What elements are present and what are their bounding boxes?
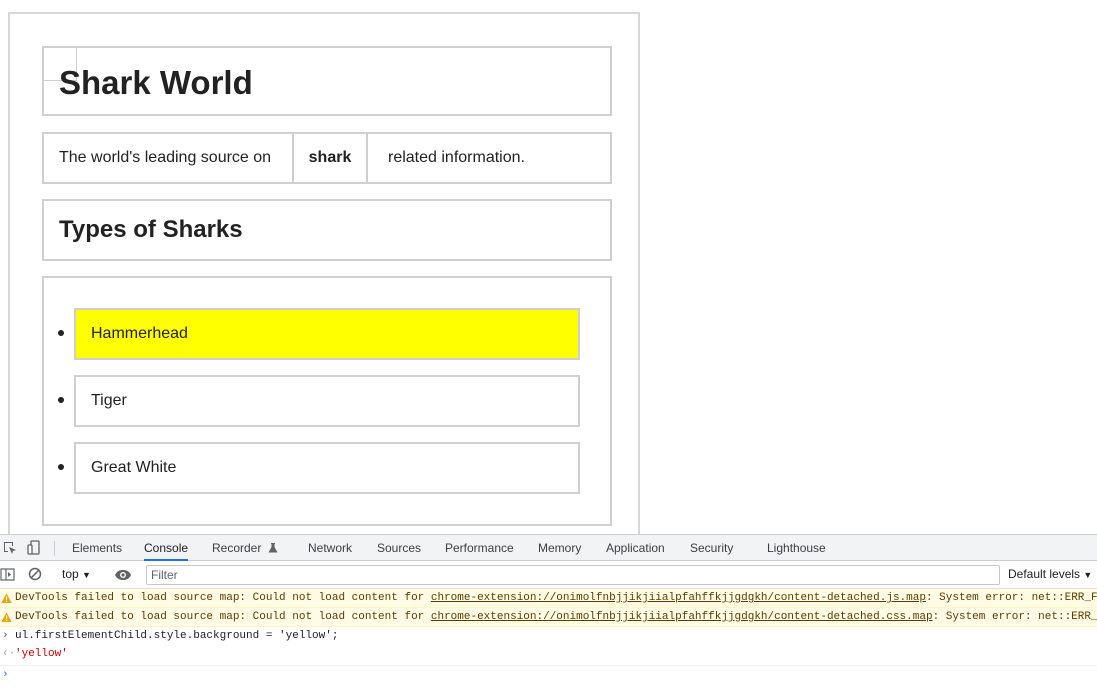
tagline-paragraph: The world's leading source on shark rela… [42,132,612,184]
warning-message: DevTools failed to load source map: Coul… [0,589,1097,608]
inspect-element-icon[interactable] [2,540,18,556]
list-item: Great White [58,442,580,494]
tab-application[interactable]: Application [606,535,665,561]
shark-type-item: Great White [74,442,580,494]
tab-recorder[interactable]: Recorder [212,535,278,561]
console-command: ul.firstElementChild.style.background = … [15,630,339,642]
devtools-panel: Elements Console Recorder Network Source… [0,534,1097,688]
console-messages: DevTools failed to load source map: Coul… [0,589,1097,688]
clear-console-icon[interactable] [28,567,44,583]
tab-console[interactable]: Console [144,535,189,561]
context-selector[interactable]: top ▼ [62,567,91,581]
console-prompt[interactable]: › [0,665,1097,684]
sidebar-toggle-icon[interactable] [0,567,16,583]
console-result: 'yellow' [15,648,68,660]
live-expression-eye-icon[interactable] [114,567,131,583]
shark-type-item: Tiger [74,375,580,427]
warning-text: DevTools failed to load source map: Coul… [15,611,431,623]
bullet-icon [58,464,64,470]
shark-list: Hammerhead Tiger Great White [42,276,612,526]
page-title: Shark World [59,64,253,101]
warning-text: DevTools failed to load source map: Coul… [15,592,431,604]
warning-icon [1,593,12,604]
warning-suffix: : System error: net::ERR_F [932,611,1097,623]
warning-icon [1,612,12,623]
tab-recorder-label: Recorder [212,541,262,555]
prompt-chevron-icon: › [2,669,9,681]
bullet-icon [58,397,64,403]
devtools-tab-bar: Elements Console Recorder Network Source… [0,534,1097,561]
tab-performance[interactable]: Performance [445,535,514,561]
divider [54,541,55,556]
tab-lighthouse[interactable]: Lighthouse [767,535,826,561]
context-selector-value: top [62,567,79,581]
list-item: Hammerhead [58,308,580,360]
section-heading: Types of Sharks [59,216,243,243]
flask-icon [268,543,278,553]
log-levels-dropdown[interactable]: Default levels ▼ [1008,567,1092,581]
subtitle-box: Types of Sharks [42,199,612,261]
chevron-right-icon: › [2,630,9,642]
return-arrow-icon: ‹· [2,648,16,660]
chevron-down-icon: ▼ [1083,570,1093,580]
tagline-text-end: related information. [388,149,525,166]
device-toolbar-icon[interactable] [26,540,42,556]
tab-network[interactable]: Network [308,535,352,561]
tab-sources[interactable]: Sources [377,535,421,561]
log-levels-label: Default levels [1008,567,1081,581]
warning-message: DevTools failed to load source map: Coul… [0,608,1097,627]
page-viewport: Shark World The world's leading source o… [8,12,640,552]
tab-security[interactable]: Security [690,535,733,561]
tagline-text-start: The world's leading source on [44,134,294,182]
console-result-entry: ‹· 'yellow' [0,645,1097,664]
warning-suffix: : System error: net::ERR_F [925,592,1097,604]
title-box: Shark World [42,46,612,116]
tagline-bold-word: shark [294,134,368,182]
shark-type-item: Hammerhead [74,308,580,360]
console-filter-input[interactable] [146,565,1000,585]
tab-elements[interactable]: Elements [72,535,122,561]
source-map-link[interactable]: chrome-extension://onimolfnbjjikjiialpfa… [431,611,933,623]
console-toolbar: top ▼ Default levels ▼ [0,561,1097,589]
list-item: Tiger [58,375,580,427]
console-input-entry: › ul.firstElementChild.style.background … [0,627,1097,646]
source-map-link[interactable]: chrome-extension://onimolfnbjjikjiialpfa… [431,592,926,604]
chevron-down-icon: ▼ [82,570,91,580]
tab-memory[interactable]: Memory [538,535,581,561]
bullet-icon [58,330,64,336]
